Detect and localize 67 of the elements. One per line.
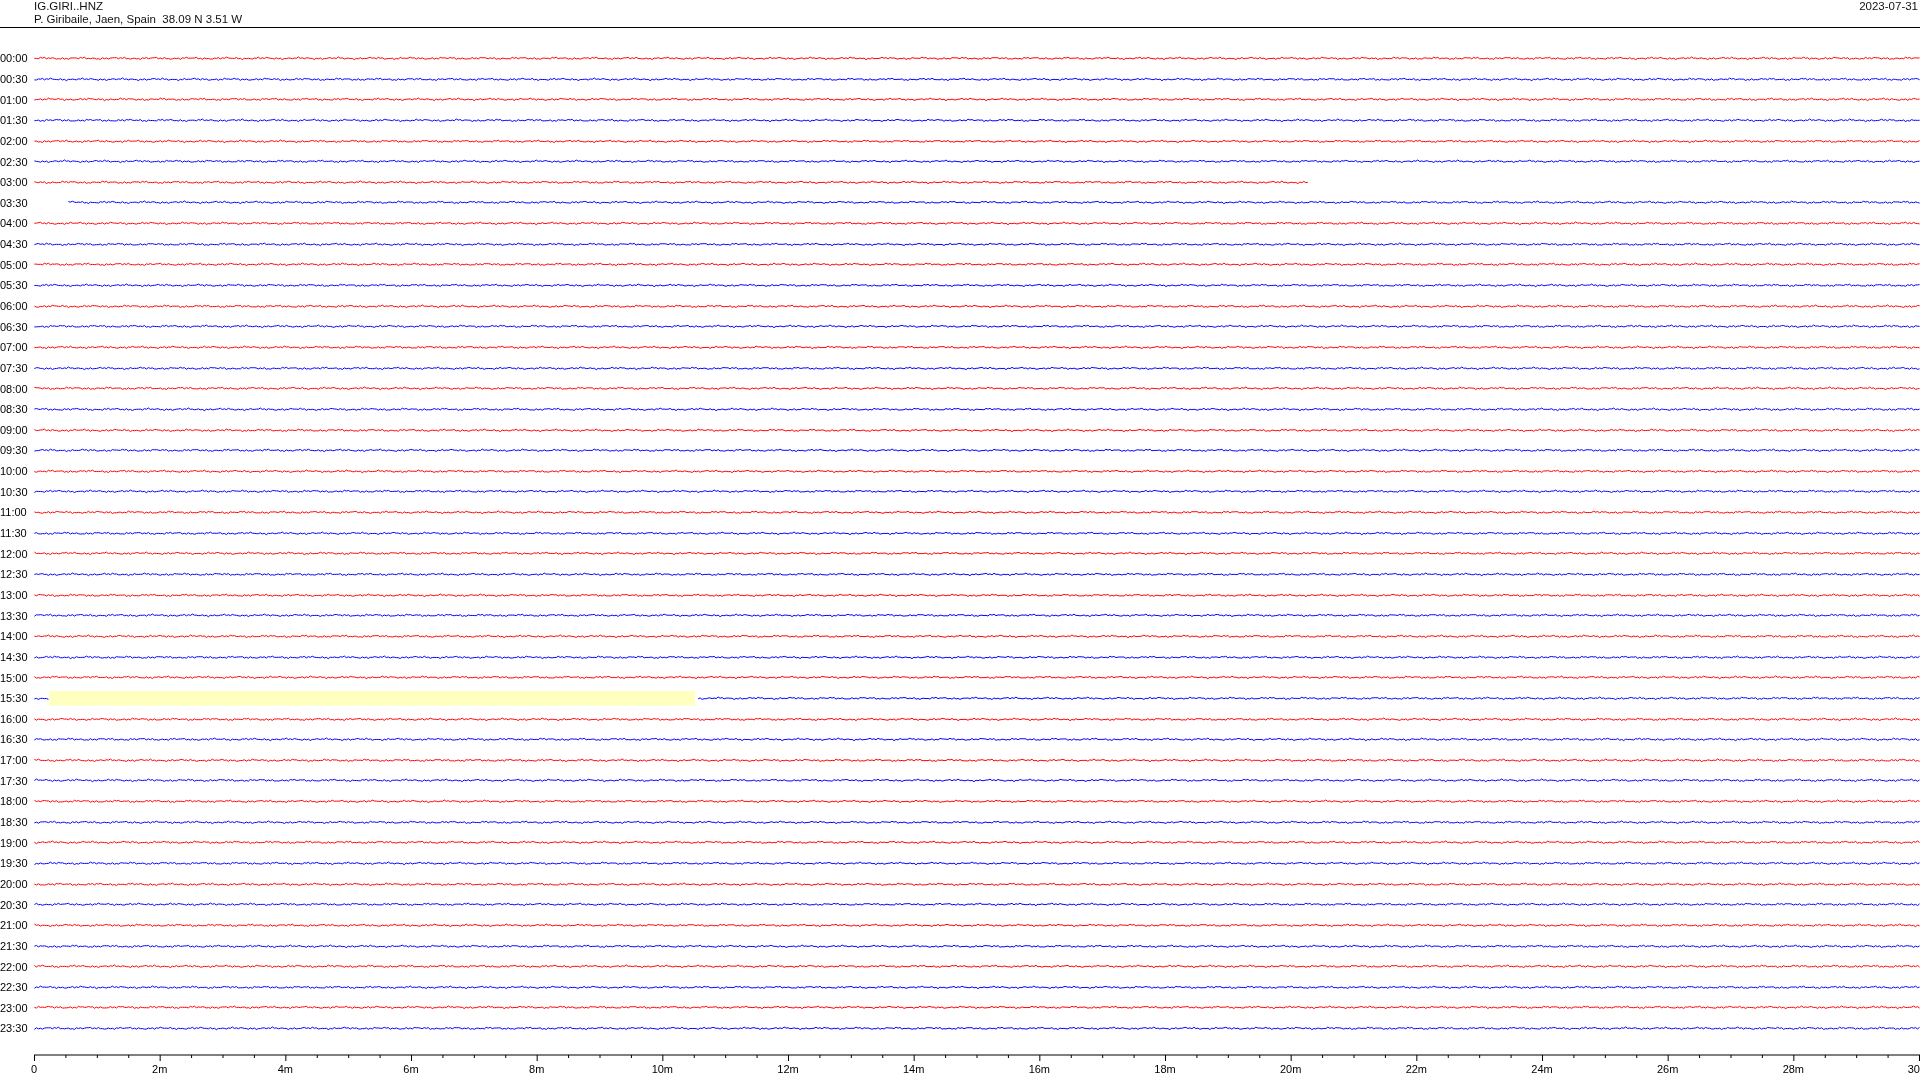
time-label: 17:00 (0, 754, 29, 767)
time-label: 00:00 (0, 52, 29, 65)
time-label: 14:30 (0, 650, 29, 663)
axis-label: 20m (1279, 1062, 1302, 1075)
time-label: 23:30 (0, 1022, 29, 1035)
time-label: 13:00 (0, 588, 29, 601)
time-label: 08:30 (0, 403, 29, 416)
time-label: 04:30 (0, 238, 29, 251)
time-label: 21:00 (0, 919, 29, 932)
time-label: 14:00 (0, 630, 29, 643)
station-code: IG.GIRI..HNZ (34, 0, 104, 13)
time-label: 11:30 (0, 527, 28, 540)
time-label: 01:00 (0, 93, 29, 106)
time-label: 17:30 (0, 774, 29, 787)
axis-label: 24m (1531, 1062, 1553, 1075)
station-location: P. Giribaile, Jaen, Spain 38.09 N 3.51 W (34, 13, 243, 26)
time-label: 03:30 (0, 196, 29, 209)
time-label: 11:00 (0, 506, 28, 519)
time-label: 07:00 (0, 341, 29, 354)
axis-label: 26m (1656, 1062, 1679, 1075)
time-label: 20:00 (0, 877, 29, 890)
axis-label: 14m (902, 1062, 925, 1075)
time-label: 15:00 (0, 671, 29, 684)
time-label: 08:00 (0, 382, 29, 395)
axis-label: 2m (152, 1062, 168, 1075)
time-label: 10:30 (0, 485, 29, 498)
axis-label: 30 (1907, 1062, 1920, 1075)
time-label: 12:30 (0, 568, 29, 581)
time-label: 04:00 (0, 217, 29, 230)
time-label: 07:30 (0, 361, 29, 374)
time-label: 18:00 (0, 795, 29, 808)
time-label: 06:00 (0, 300, 29, 312)
time-label: 10:00 (0, 465, 29, 478)
time-label: 22:00 (0, 960, 29, 973)
time-label: 12:00 (0, 547, 29, 560)
time-label: 09:30 (0, 444, 29, 457)
axis-label: 16m (1028, 1062, 1051, 1075)
axis-label: 10m (651, 1062, 674, 1075)
time-label: 01:30 (0, 114, 29, 127)
time-label: 00:30 (0, 72, 29, 85)
axis-label: 22m (1405, 1062, 1428, 1075)
time-label: 05:00 (0, 258, 29, 271)
axis-label: 4m (277, 1062, 293, 1075)
time-label: 23:00 (0, 1001, 29, 1014)
time-label: 21:30 (0, 939, 29, 952)
time-label: 15:30 (0, 692, 29, 705)
time-label: 03:00 (0, 176, 29, 189)
time-label: 16:00 (0, 712, 29, 725)
axis-label: 28m (1782, 1062, 1805, 1075)
axis-label: 6m (403, 1062, 419, 1075)
axis-label: 12m (777, 1062, 799, 1075)
time-label: 19:00 (0, 836, 29, 849)
time-label: 09:00 (0, 423, 29, 436)
time-label: 05:30 (0, 279, 29, 292)
axis-label: 8m (529, 1062, 545, 1075)
time-label: 13:30 (0, 609, 29, 622)
time-label: 19:30 (0, 857, 29, 870)
time-label: 20:30 (0, 898, 29, 911)
time-label: 06:30 (0, 320, 29, 333)
time-label: 02:30 (0, 155, 29, 168)
time-label: 18:30 (0, 816, 29, 828)
time-label: 02:00 (0, 134, 29, 147)
axis-label: 18m (1154, 1062, 1176, 1075)
axis-label: 0 (31, 1062, 38, 1075)
time-label: 22:30 (0, 981, 29, 994)
time-label: 16:30 (0, 733, 29, 746)
date-label: 2023-07-31 (1859, 0, 1918, 14)
